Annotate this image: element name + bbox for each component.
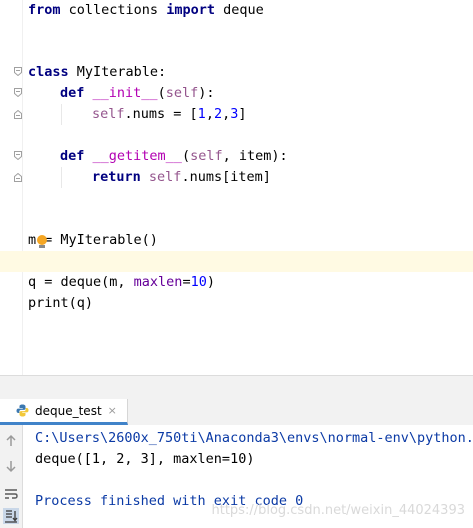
console-command-line: C:\Users\2600x_750ti\Anaconda3\envs\norm… (35, 430, 473, 446)
fold-init-icon[interactable] (14, 88, 22, 97)
expression-token: print(q) (28, 295, 94, 311)
self-token: self (148, 169, 182, 185)
number-token: 2 (213, 106, 223, 122)
keyword-token: def (60, 148, 85, 164)
fold-end-class-icon[interactable] (14, 173, 22, 182)
code-editor[interactable]: from collections import deque class MyIt… (0, 0, 473, 375)
fold-getitem-icon[interactable] (14, 151, 22, 160)
code-line-6[interactable]: self.nums = [1,2,3] (92, 104, 247, 125)
expression-token: .nums[item] (181, 169, 271, 185)
editor-gutter[interactable] (0, 0, 23, 375)
code-line-14[interactable]: q = deque(m, maxlen=10) (28, 272, 215, 293)
soft-wrap-icon[interactable] (3, 486, 19, 502)
function-name-token: __init__ (92, 85, 158, 101)
indent-guide (61, 167, 62, 188)
code-line-1[interactable]: from collections import deque (28, 0, 264, 21)
code-line-8[interactable]: def __getitem__(self, item): (60, 146, 288, 167)
bracket-token: ] (238, 106, 247, 122)
function-name-token: __getitem__ (92, 148, 182, 164)
run-tab-label: deque_test (35, 403, 102, 418)
number-token: 10 (190, 274, 207, 290)
run-tab-bar: deque_test × (0, 399, 473, 426)
python-icon (16, 404, 29, 417)
panel-divider[interactable] (0, 375, 473, 400)
paren-token: ( (181, 148, 191, 164)
console-output-line: deque([1, 2, 3], maxlen=10) (35, 451, 255, 467)
params-token: , item): (222, 148, 288, 164)
keyword-token: class (28, 64, 69, 80)
module-token: collections (60, 2, 167, 18)
intention-bulb-icon[interactable] (37, 235, 47, 245)
self-token: self (190, 148, 223, 164)
keyword-token: import (166, 2, 215, 18)
paren-token: ) (206, 274, 215, 290)
kwarg-token: maxlen (133, 274, 183, 290)
arrow-down-icon[interactable] (3, 458, 19, 474)
operator-token: = (182, 274, 191, 290)
class-name-token: MyIterable: (68, 64, 167, 80)
variable-token: m (28, 232, 37, 248)
current-line-highlight (0, 251, 473, 272)
keyword-token: return (92, 169, 141, 185)
close-icon[interactable]: × (108, 404, 117, 417)
paren-token: ): (198, 85, 215, 101)
code-line-9[interactable]: return self.nums[item] (92, 167, 271, 188)
fold-class-icon[interactable] (14, 67, 22, 76)
comma-token: , (205, 106, 214, 122)
code-line-15[interactable]: print(q) (28, 293, 93, 314)
intention-bulb-base (39, 245, 45, 248)
number-token: 1 (197, 106, 206, 122)
self-token: self (92, 106, 125, 122)
attribute-token: .nums = [ (124, 106, 198, 122)
code-line-5[interactable]: def __init__(self): (60, 83, 214, 104)
paren-token: ( (157, 85, 166, 101)
keyword-token: from (28, 2, 61, 18)
arrow-up-icon[interactable] (3, 433, 19, 449)
scroll-to-end-icon[interactable] (3, 508, 19, 524)
expression-token: = MyIterable() (44, 232, 158, 248)
comma-token: , (222, 106, 231, 122)
run-tab-deque-test[interactable]: deque_test × (0, 399, 128, 425)
indent-guide (61, 104, 62, 125)
self-token: self (165, 85, 199, 101)
code-line-4[interactable]: class MyIterable: (28, 62, 166, 83)
expression-token: q = deque(m, (28, 274, 134, 290)
run-toolbar (0, 425, 23, 528)
watermark-text: https://blog.csdn.net/weixin_44024393 (211, 503, 465, 518)
name-token: deque (214, 2, 264, 18)
keyword-token: def (60, 85, 85, 101)
code-line-12[interactable]: m = MyIterable() (28, 230, 158, 251)
fold-end-init-icon[interactable] (14, 110, 22, 119)
